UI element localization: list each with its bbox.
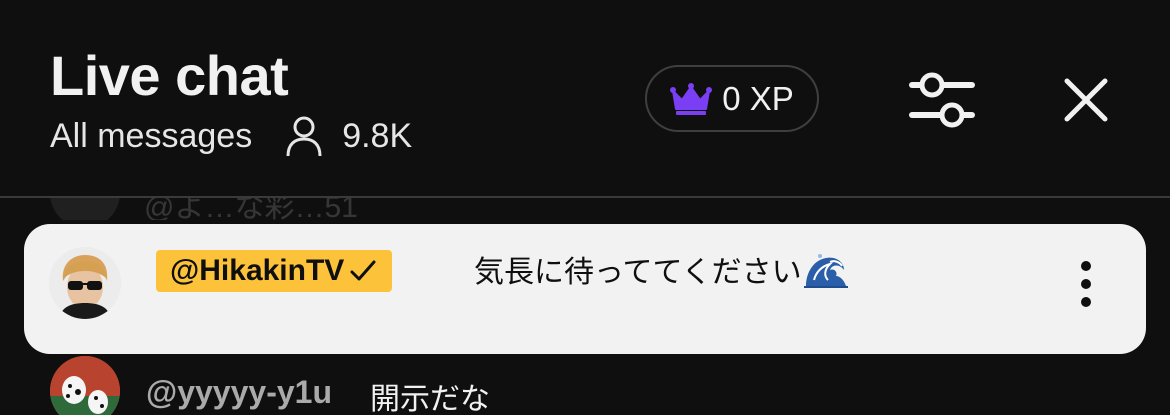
list-item: @よ…な彩…51 <box>50 198 358 220</box>
more-vert-icon[interactable] <box>1068 256 1104 312</box>
avatar <box>50 198 120 220</box>
chat-mode-row: All messages 9.8K <box>50 114 412 158</box>
close-icon[interactable] <box>1058 76 1114 126</box>
author-badge[interactable]: @HikakinTV <box>156 250 393 292</box>
person-icon <box>284 114 324 158</box>
faded-message-text: @よ…な彩…51 <box>144 198 358 220</box>
avatar[interactable] <box>49 247 121 319</box>
viewer-count: 9.8K <box>342 117 413 155</box>
crown-icon <box>670 82 713 115</box>
live-chat-panel: Live chat All messages 9.8K 0 XP @よ…な彩…5… <box>0 0 1170 415</box>
message-text: 開示だな <box>369 382 490 415</box>
wave-icon <box>803 250 848 288</box>
page-title: Live chat <box>50 44 289 107</box>
chat-header: Live chat All messages 9.8K 0 XP <box>0 0 1170 196</box>
chat-mode-selector[interactable]: All messages <box>50 114 252 158</box>
avatar[interactable] <box>50 356 120 415</box>
message-author[interactable]: @yyyyy-y1u <box>146 374 332 411</box>
list-item: @yyyyy-y1u 開示だな <box>50 356 490 415</box>
xp-label: 0 XP <box>722 79 794 117</box>
message-text: 気長に待っててください <box>474 255 802 290</box>
pinned-message-text: 気長に待っててください <box>474 250 848 292</box>
xp-button[interactable]: 0 XP <box>645 65 819 132</box>
sliders-icon[interactable] <box>908 68 976 132</box>
pinned-message-card[interactable]: @HikakinTV 気長に待っててください <box>24 224 1146 354</box>
author-name: @HikakinTV <box>170 254 345 287</box>
check-icon <box>348 258 378 284</box>
